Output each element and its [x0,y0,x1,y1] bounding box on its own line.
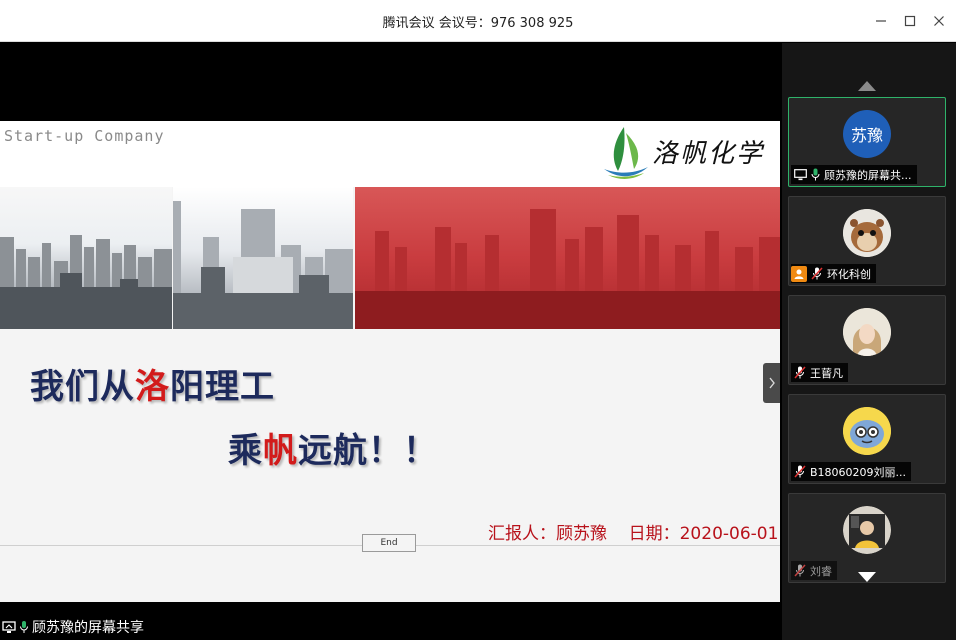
triangle-down-icon [858,572,876,582]
city-photo-2 [173,187,353,329]
logo-text: 洛帆化学 [652,139,765,169]
slogan-line-1-highlight: 洛 [135,367,170,407]
participant-name-tag: 顾苏豫的屏幕共... [791,165,917,184]
city-photo-1 [0,187,172,329]
title-bar: 腾讯会议 会议号：976 308 925 [0,0,956,42]
maximize-icon [904,15,916,27]
window-title: 腾讯会议 会议号：976 308 925 [382,16,574,31]
minimize-icon [876,20,886,22]
slogan-line-1: 我们从洛阳理工 [30,359,275,408]
participant-name-tag: B18060209刘丽... [791,462,912,481]
avatar [843,308,891,356]
microphone-icon [19,620,29,634]
triangle-up-icon [858,81,876,91]
city-photo-banner [0,187,780,329]
close-button[interactable] [926,8,952,34]
presentation-slide: Start-up Company 洛帆化学 我们从洛阳理工 乘帆远航！！ 汇报人… [0,121,780,602]
participant-tile[interactable]: 环化科创 [788,196,946,286]
user-photo-avatar-icon [843,506,891,554]
participant-name: 王蒈凡 [810,366,843,380]
meeting-window: 腾讯会议 会议号：976 308 925 Start-up Company 洛帆… [0,0,956,640]
end-button[interactable]: End [362,534,416,552]
participant-name-tag: 环化科创 [791,264,876,283]
microphone-muted-icon [794,564,806,577]
avatar: 苏豫 [843,110,891,158]
company-logo: 洛帆化学 [596,123,778,181]
participant-name-tag: 王蒈凡 [791,363,848,382]
avatar [843,407,891,455]
participant-name: 顾苏豫的屏幕共... [824,168,912,182]
screen-share-label: 顾苏豫的屏幕共享 [32,620,144,636]
slogan-line-1-before: 我们从 [30,367,135,407]
microphone-muted-icon [811,267,823,280]
screen-share-icon [2,620,16,634]
maximize-button[interactable] [897,8,923,34]
scroll-up-button[interactable] [856,79,878,93]
participant-name-tag: 刘睿 [791,561,837,580]
microphone-muted-icon [794,465,806,478]
microphone-icon [811,168,820,181]
slide-header-text: Start-up Company [4,127,165,145]
user-photo-avatar-icon [843,308,891,356]
scroll-down-button[interactable] [856,570,878,584]
minimize-button[interactable] [868,8,894,34]
city-photo-3 [355,187,780,329]
user-icon [791,265,807,282]
chevron-right-icon [768,377,775,389]
slogan-line-1-after: 阳理工 [170,367,275,407]
screen-share-icon [794,168,807,181]
microphone-muted-icon [794,366,806,379]
screen-share-status: 顾苏豫的屏幕共享 [0,614,144,640]
avatar [843,506,891,554]
slogan-line-2-highlight: 帆 [263,431,298,471]
participant-tile[interactable]: 苏豫 顾苏豫的屏幕共... [788,97,946,187]
sail-logo-icon [604,127,648,179]
participant-name: 刘睿 [810,564,832,578]
avatar [843,209,891,257]
reporter-and-date: 汇报人：顾苏豫 日期：2020-06-01 [488,524,779,544]
participant-name: 环化科创 [827,267,871,281]
screen-share-view[interactable]: Start-up Company 洛帆化学 我们从洛阳理工 乘帆远航！！ 汇报人… [0,43,780,640]
slogan-line-2-after: 远航！！ [298,431,438,471]
participant-tile[interactable]: 王蒈凡 [788,295,946,385]
participant-name: B18060209刘丽... [810,465,907,479]
participant-sidebar: 苏豫 顾苏豫的屏幕共... 环化科创 王蒈凡 B18060209刘丽... 刘睿 [782,43,956,640]
sidebar-toggle-button[interactable] [763,363,780,403]
slogan-line-2-before: 乘 [228,431,263,471]
avatar-initials: 苏豫 [850,126,883,145]
close-icon [934,16,944,26]
slogan-line-2: 乘帆远航！！ [228,423,438,472]
cartoon-avatar-icon [843,407,891,455]
hamster-avatar-icon [843,209,891,257]
participant-tile[interactable]: B18060209刘丽... [788,394,946,484]
